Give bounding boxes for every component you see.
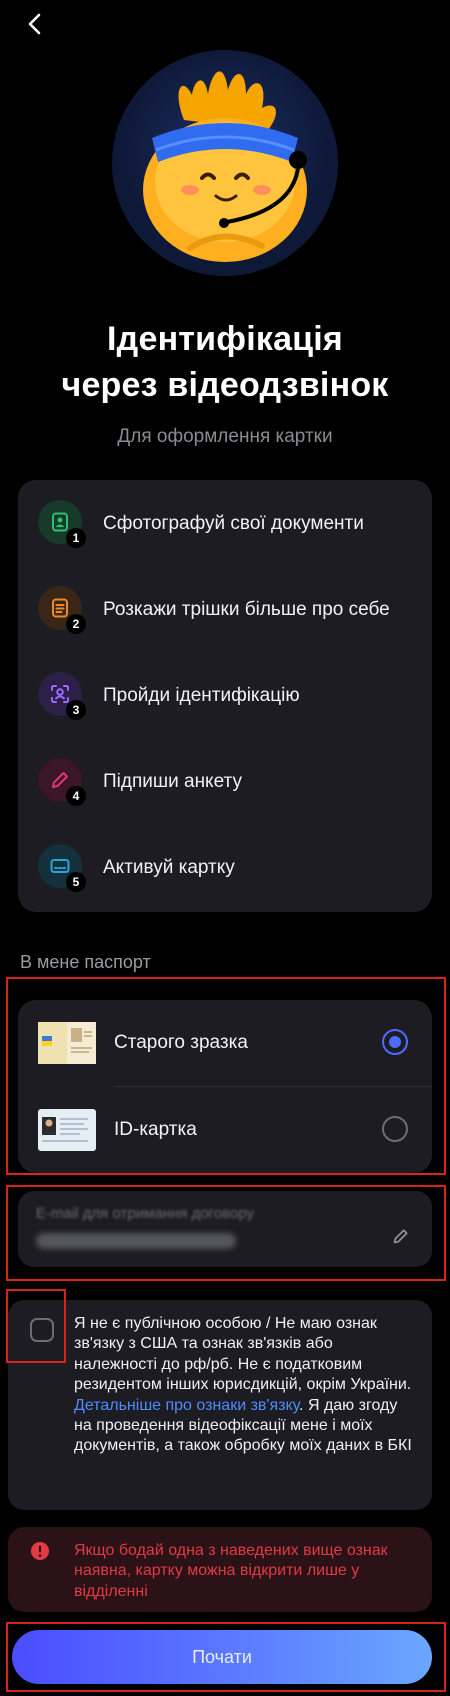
warning-text: Якщо бодай одна з наведених вище ознак н… (74, 1542, 388, 1600)
title-line-2: через відеодзвінок (61, 366, 389, 404)
email-placeholder: E-mail для отримання договору (36, 1205, 254, 1222)
title-line-1: Ідентифікація (107, 320, 343, 358)
consent-text-before: Я не є публічною особою / Не маю ознак з… (74, 1315, 412, 1394)
radio-selected[interactable] (382, 1029, 408, 1055)
consent-details-link[interactable]: Детальніше про ознаки зв'язку (74, 1397, 299, 1414)
consent-card: Я не є публічною особою / Не маю ознак з… (8, 1300, 432, 1510)
chevron-left-icon (28, 13, 41, 35)
highlight-box-checkbox (6, 1289, 66, 1363)
step-item-2: 2 Розкажи трішки більше про себе (18, 566, 432, 652)
passport-option-id-card[interactable]: ID-картка (18, 1087, 432, 1173)
step-number: 1 (66, 528, 86, 548)
email-value-blurred (36, 1233, 236, 1249)
passport-option-old[interactable]: Старого зразка (18, 1000, 432, 1086)
back-button[interactable] (22, 10, 50, 38)
passport-option-label: Старого зразка (114, 1032, 248, 1053)
start-button[interactable]: Почати (12, 1630, 432, 1684)
alert-icon (31, 1542, 49, 1560)
step-number: 2 (66, 614, 86, 634)
step-number: 3 (66, 700, 86, 720)
step-item-4: 4 Підпиши анкету (18, 738, 432, 824)
passport-option-label: ID-картка (114, 1119, 197, 1140)
passport-section-label: В мене паспорт (20, 952, 151, 972)
mascot-icon (143, 71, 307, 262)
step-item-5: 5 Активуй картку (18, 824, 432, 910)
mascot-illustration (112, 50, 338, 276)
email-field[interactable]: E-mail для отримання договору (18, 1191, 432, 1267)
step-label: Підпиши анкету (103, 771, 242, 792)
step-label: Розкажи трішки більше про себе (103, 599, 390, 620)
step-label: Пройди ідентифікацію (103, 685, 300, 706)
page-subtitle: Для оформлення картки (117, 426, 333, 447)
steps-card: 1 Сфотографуй свої документи 2 Розкажи т… (18, 480, 432, 912)
step-item-3: 3 Пройди ідентифікацію (18, 652, 432, 738)
step-item-1: 1 Сфотографуй свої документи (18, 480, 432, 566)
old-passport-image (38, 1022, 96, 1064)
consent-text: Я не є публічною особою / Не маю ознак з… (74, 1314, 418, 1457)
warning-banner: Якщо бодай одна з наведених вище ознак н… (8, 1527, 432, 1612)
pencil-icon[interactable] (392, 1227, 410, 1245)
step-number: 5 (66, 872, 86, 892)
step-number: 4 (66, 786, 86, 806)
step-label: Активуй картку (103, 857, 235, 878)
passport-options-card: Старого зразка ID-картка (18, 1000, 432, 1173)
radio-unselected[interactable] (382, 1116, 408, 1142)
id-card-image (38, 1109, 96, 1151)
step-label: Сфотографуй свої документи (103, 513, 364, 534)
page-title: Ідентифікація через відеодзвінок (0, 316, 450, 408)
